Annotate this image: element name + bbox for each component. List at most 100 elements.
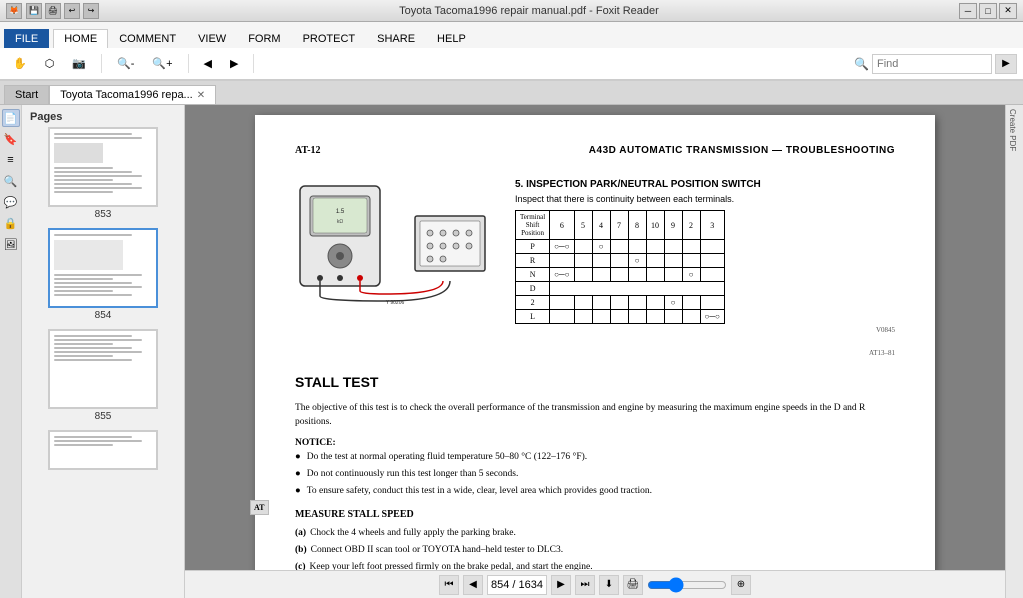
table-row-L: L ○─○: [516, 310, 725, 324]
document-tabs: Start Toyota Tacoma1996 repa... ✕: [0, 81, 1023, 105]
lock-tool-icon[interactable]: 🔒: [2, 214, 20, 232]
page-thumb-853[interactable]: 853: [26, 127, 180, 220]
page-thumb-img-856: [48, 430, 158, 470]
pages-tool-icon[interactable]: 📄: [2, 109, 20, 127]
main-layout: 📄 🔖 ≡ 🔍 💬 🔒 🖼 Pages: [0, 105, 1023, 598]
table-row-2: 2 ○: [516, 296, 725, 310]
maximize-button[interactable]: □: [979, 3, 997, 19]
zoom-in-btn[interactable]: 🔍+: [145, 54, 179, 73]
redo-icon[interactable]: ↪: [83, 3, 99, 19]
tab-home[interactable]: HOME: [53, 29, 108, 48]
row-N-4: [592, 268, 610, 282]
comments-tool-icon[interactable]: 💬: [2, 193, 20, 211]
tab-close-icon[interactable]: ✕: [197, 90, 205, 101]
close-button[interactable]: ✕: [999, 3, 1017, 19]
table-row-R: R ○: [516, 254, 725, 268]
row-L-7: [610, 310, 628, 324]
row-P-2: [682, 240, 700, 254]
ribbon: FILE HOME COMMENT VIEW FORM PROTECT SHAR…: [0, 22, 1023, 81]
prev-page-btn[interactable]: ◀: [197, 54, 219, 73]
terminal-table-area: TerminalShiftPosition 6 5 4 7 8 10 9 2: [515, 210, 895, 334]
row-2-7: [610, 296, 628, 310]
pdf-viewer[interactable]: AT-12 A43D AUTOMATIC TRANSMISSION — TROU…: [185, 105, 1005, 598]
page-thumb-856[interactable]: [26, 430, 180, 470]
row-L-3: ○─○: [700, 310, 724, 324]
notice-text-3: To ensure safety, conduct this test in a…: [307, 484, 652, 498]
table-ref: V0845: [515, 326, 895, 334]
row-R-8: ○: [628, 254, 646, 268]
row-P-7: [610, 240, 628, 254]
bottom-nav-bar: ⏮ ◀ ▶ ⏭ ⬇ 🖨 ⊕: [185, 570, 1005, 598]
search-tool-icon[interactable]: 🔍: [2, 172, 20, 190]
row-2-9: ○: [664, 296, 682, 310]
snapshot-btn[interactable]: 📷: [65, 54, 93, 73]
table-row-P: P ○─○ ○: [516, 240, 725, 254]
page-ref: AT13–81: [295, 349, 895, 357]
tab-view[interactable]: VIEW: [187, 29, 237, 48]
row-2-label: 2: [516, 296, 550, 310]
bookmarks-tool-icon[interactable]: 🔖: [2, 130, 20, 148]
layers-tool-icon[interactable]: ≡: [2, 151, 20, 169]
table-row-N: N ○─○ ○: [516, 268, 725, 282]
tab-file[interactable]: FILE: [4, 29, 49, 48]
page-thumb-img-855: [48, 329, 158, 409]
row-P-label: P: [516, 240, 550, 254]
select-btn[interactable]: ⬡: [38, 54, 62, 73]
page-thumb-855[interactable]: 855: [26, 329, 180, 422]
step-a-label: (a): [295, 526, 306, 540]
pdf-section-title: A43D AUTOMATIC TRANSMISSION — TROUBLESHO…: [589, 145, 895, 156]
title-bar-left: 🦊 💾 🖨 ↩ ↪: [6, 3, 99, 19]
zoom-fit-btn[interactable]: ⊕: [731, 575, 751, 595]
row-N-2: ○: [682, 268, 700, 282]
hand-tool-btn[interactable]: ✋: [6, 54, 34, 73]
find-button[interactable]: ▶: [995, 54, 1017, 74]
col-6: 6: [550, 211, 574, 240]
zoom-group: 🔍- 🔍+: [110, 54, 188, 73]
page-num-854: 854: [26, 310, 180, 321]
prev-page-btn[interactable]: ◀: [463, 575, 483, 595]
tab-document[interactable]: Toyota Tacoma1996 repa... ✕: [49, 85, 216, 104]
row-P-9: [664, 240, 682, 254]
row-P-8: [628, 240, 646, 254]
undo-icon[interactable]: ↩: [64, 3, 80, 19]
page-thumb-img-854: [48, 228, 158, 308]
table-header-terminal: TerminalShiftPosition: [516, 211, 550, 240]
zoom-out-btn[interactable]: 🔍-: [110, 54, 141, 73]
tab-protect[interactable]: PROTECT: [292, 29, 367, 48]
find-input[interactable]: [872, 54, 992, 74]
step-b-label: (b): [295, 543, 307, 557]
tab-form[interactable]: FORM: [237, 29, 291, 48]
circuit-diagram: 1.5 kΩ: [295, 176, 495, 306]
zoom-slider[interactable]: [647, 577, 727, 593]
page-number-input[interactable]: [487, 575, 547, 595]
page-thumb-854[interactable]: 854: [26, 228, 180, 321]
sidebar-content: 📄 🔖 ≡ 🔍 💬 🔒 🖼 Pages: [0, 105, 184, 598]
right-panel-label[interactable]: Create PDF: [1006, 105, 1019, 155]
app-icon: 🦊: [6, 3, 22, 19]
download-btn[interactable]: ⬇: [599, 575, 619, 595]
tab-help[interactable]: HELP: [426, 29, 477, 48]
col-7: 7: [610, 211, 628, 240]
pages-panel: Pages 853: [22, 105, 184, 598]
svg-text:kΩ: kΩ: [337, 219, 344, 225]
row-L-8: [628, 310, 646, 324]
first-page-btn[interactable]: ⏮: [439, 575, 459, 595]
tab-share[interactable]: SHARE: [366, 29, 426, 48]
bullet-icon-3: ●: [295, 484, 301, 498]
print-icon[interactable]: 🖨: [45, 3, 61, 19]
image-tool-icon[interactable]: 🖼: [2, 235, 20, 253]
row-P-3: [700, 240, 724, 254]
last-page-btn[interactable]: ⏭: [575, 575, 595, 595]
notice-text-2: Do not continuously run this test longer…: [307, 467, 519, 481]
pdf-page-num: AT-12: [295, 145, 321, 168]
minimize-button[interactable]: ─: [959, 3, 977, 19]
next-page-btn[interactable]: ▶: [223, 54, 245, 73]
print-btn-bottom[interactable]: 🖨: [623, 575, 643, 595]
find-area: 🔍 ▶: [854, 54, 1017, 74]
tab-comment[interactable]: COMMENT: [108, 29, 187, 48]
tab-start[interactable]: Start: [4, 85, 49, 104]
step-b-text: Connect OBD II scan tool or TOYOTA hand–…: [311, 543, 563, 557]
col-9: 9: [664, 211, 682, 240]
save-icon[interactable]: 💾: [26, 3, 42, 19]
next-page-btn-bottom[interactable]: ▶: [551, 575, 571, 595]
